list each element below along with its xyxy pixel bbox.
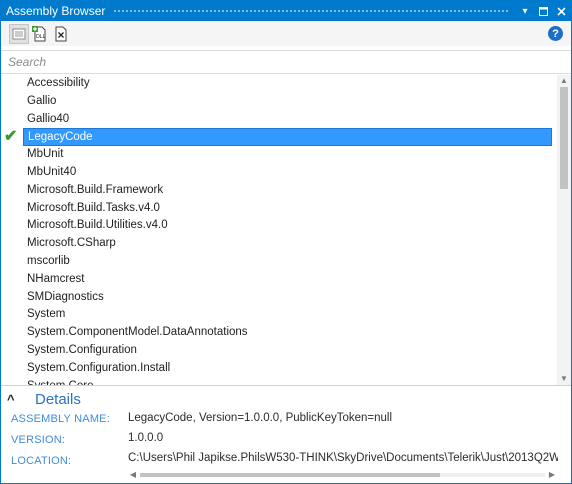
list-item[interactable]: Microsoft.CSharp xyxy=(1,235,557,253)
version-label: VERSION: xyxy=(11,434,66,446)
list-item[interactable]: Accessibility xyxy=(1,75,557,93)
list-item-label: Microsoft.Build.Tasks.v4.0 xyxy=(27,201,160,214)
grid-icon xyxy=(12,28,26,40)
assembly-name-value: LegacyCode, Version=1.0.0.0, PublicKeyTo… xyxy=(128,412,393,424)
list-item[interactable]: System.Configuration.Install xyxy=(1,360,557,378)
list-item-label: LegacyCode xyxy=(23,128,552,147)
list-item-label: Microsoft.Build.Utilities.v4.0 xyxy=(27,219,168,232)
list-item[interactable]: SMDiagnostics xyxy=(1,289,557,307)
details-title: Details xyxy=(35,390,81,408)
add-assembly-button[interactable]: DLL xyxy=(30,24,50,44)
location-value: C:\Users\Phil Japikse.PhilsW530-THINK\Sk… xyxy=(128,452,558,464)
version-value: 1.0.0.0 xyxy=(128,432,164,444)
list-item-label: Gallio40 xyxy=(27,112,70,125)
view-toggle-button[interactable] xyxy=(9,24,29,44)
list-item-label: Microsoft.Build.Framework xyxy=(27,183,164,196)
window-title: Assembly Browser xyxy=(6,4,106,18)
title-bar[interactable]: Assembly Browser ▾ xyxy=(1,1,571,21)
list-item-label: Microsoft.CSharp xyxy=(27,237,116,250)
collapse-chevron-icon[interactable]: ^ xyxy=(7,392,25,407)
list-item[interactable]: NHamcrest xyxy=(1,271,557,289)
scroll-right-icon[interactable]: ▶ xyxy=(547,470,557,480)
list-item-label: MbUnit xyxy=(27,148,64,161)
details-header[interactable]: ^ Details xyxy=(7,389,81,409)
list-item[interactable]: System.ComponentModel.DataAnnotations xyxy=(1,324,557,342)
list-item[interactable]: MbUnit40 xyxy=(1,164,557,182)
scroll-down-icon[interactable]: ▼ xyxy=(557,373,571,385)
assembly-name-label: ASSEMBLY NAME: xyxy=(11,413,110,425)
list-item-label: System.Configuration xyxy=(27,343,137,356)
vertical-scrollbar[interactable]: ▲ ▼ xyxy=(557,75,571,385)
scroll-thumb[interactable] xyxy=(560,87,568,189)
horizontal-thumb[interactable] xyxy=(140,473,440,477)
scroll-left-icon[interactable]: ◀ xyxy=(128,470,138,480)
check-icon: ✔ xyxy=(4,128,18,146)
horizontal-scrollbar[interactable]: ◀ ▶ xyxy=(128,470,557,480)
assembly-list: Accessibility Gallio Gallio40 ✔ LegacyCode Mb… xyxy=(1,75,557,385)
list-item[interactable]: Microsoft.Build.Utilities.v4.0 xyxy=(1,217,557,235)
details-panel: ^ Details ASSEMBLY NAME: LegacyCode, Ver… xyxy=(1,385,571,483)
list-item-label: System xyxy=(27,308,66,321)
svg-text:DLL: DLL xyxy=(36,34,46,40)
add-dll-icon: DLL xyxy=(32,26,46,42)
remove-icon xyxy=(55,26,67,42)
list-item[interactable]: Microsoft.Build.Framework xyxy=(1,182,557,200)
dropdown-icon[interactable]: ▾ xyxy=(517,3,533,19)
list-item[interactable]: System xyxy=(1,306,557,324)
search-input[interactable] xyxy=(1,51,571,73)
list-item[interactable]: mscorlib xyxy=(1,253,557,271)
maximize-button[interactable] xyxy=(535,3,551,19)
list-item-label: SMDiagnostics xyxy=(27,290,104,303)
location-label: LOCATION: xyxy=(11,455,72,467)
remove-assembly-button[interactable] xyxy=(51,24,71,44)
list-item-label: NHamcrest xyxy=(27,272,85,285)
list-item-label: Accessibility xyxy=(27,77,90,89)
list-item[interactable]: System.Configuration xyxy=(1,342,557,360)
list-item[interactable]: ✔ LegacyCode xyxy=(1,128,557,147)
list-item[interactable]: Gallio40 xyxy=(1,111,557,129)
list-item-label: mscorlib xyxy=(27,254,70,267)
title-grip[interactable] xyxy=(113,8,509,14)
list-item-label: Gallio xyxy=(27,94,57,107)
toolbar: DLL ? xyxy=(1,22,571,46)
list-item-label: MbUnit40 xyxy=(27,165,77,178)
scroll-up-icon[interactable]: ▲ xyxy=(557,75,571,87)
list-item[interactable]: System.Core xyxy=(1,378,557,385)
close-icon xyxy=(556,6,566,16)
list-item[interactable]: Microsoft.Build.Tasks.v4.0 xyxy=(1,200,557,218)
list-item-label: System.Configuration.Install xyxy=(27,361,171,374)
maximize-icon xyxy=(538,6,548,16)
list-item[interactable]: Gallio xyxy=(1,93,557,111)
help-icon[interactable]: ? xyxy=(548,26,563,41)
list-item[interactable]: MbUnit xyxy=(1,146,557,164)
close-button[interactable] xyxy=(553,3,569,19)
list-item-label: System.ComponentModel.DataAnnotations xyxy=(27,326,248,339)
search-bar xyxy=(1,50,571,74)
assembly-browser-window: Assembly Browser ▾ DLL ? Search Accessib… xyxy=(0,0,572,484)
